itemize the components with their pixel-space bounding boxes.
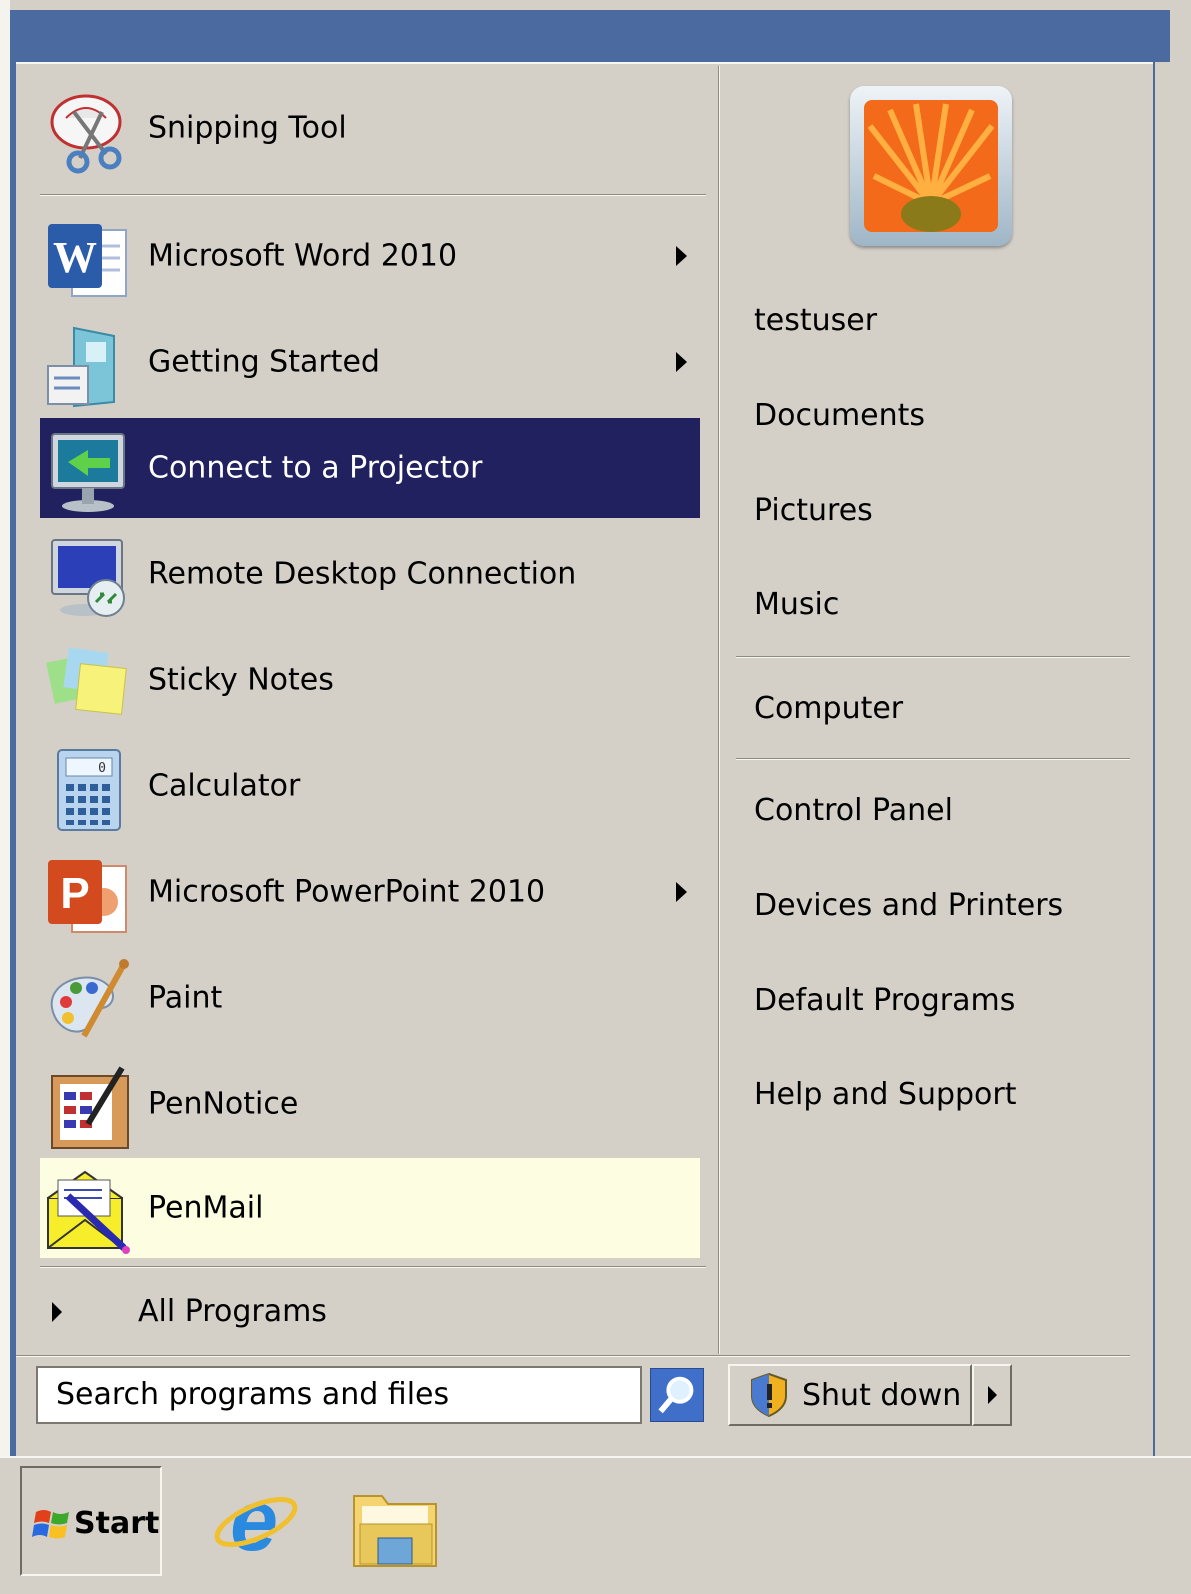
program-item-getting-started[interactable]: Getting Started <box>40 312 700 412</box>
program-item-snipping-tool[interactable]: Snipping Tool <box>40 78 700 178</box>
program-label: Sticky Notes <box>148 662 334 698</box>
user-avatar[interactable] <box>850 86 1012 246</box>
search-box[interactable] <box>36 1366 642 1424</box>
getting-started-icon <box>47 326 115 408</box>
column-divider <box>718 66 719 1354</box>
program-item-calculator[interactable]: 0 Calculator <box>40 736 700 836</box>
search-input[interactable] <box>38 1368 618 1420</box>
program-label: Calculator <box>148 768 301 804</box>
projector-icon <box>51 433 125 512</box>
windows-logo-icon <box>32 1510 69 1539</box>
pennotice-icon <box>51 1066 129 1149</box>
program-item-powerpoint[interactable]: P Microsoft PowerPoint 2010 <box>40 842 700 942</box>
flower-icon <box>864 100 998 232</box>
program-item-word[interactable]: W Microsoft Word 2010 <box>40 206 700 306</box>
program-label: Connect to a Projector <box>148 450 483 486</box>
place-help-and-support[interactable]: Help and Support <box>740 1064 1130 1124</box>
place-computer[interactable]: Computer <box>740 678 1130 738</box>
program-label: PenNotice <box>148 1086 299 1122</box>
program-item-paint[interactable]: Paint <box>40 948 700 1048</box>
expand-arrow-icon <box>52 1302 62 1322</box>
program-label: Remote Desktop Connection <box>148 556 577 592</box>
svg-text:0: 0 <box>98 761 106 776</box>
calculator-icon: 0 <box>57 749 121 831</box>
shutdown-options-button[interactable] <box>972 1364 1012 1426</box>
place-label: Help and Support <box>754 1076 1017 1112</box>
program-item-connect-to-projector[interactable]: Connect to a Projector <box>40 418 700 518</box>
program-item-sticky-notes[interactable]: Sticky Notes <box>40 630 700 730</box>
start-menu-top-frame <box>10 10 1170 62</box>
place-label: Music <box>754 586 840 622</box>
program-item-remote-desktop[interactable]: Remote Desktop Connection <box>40 524 700 624</box>
place-label: Control Panel <box>754 792 953 828</box>
start-label: Start <box>74 1506 160 1541</box>
shield-icon <box>751 1372 787 1418</box>
places-separator <box>736 656 1130 657</box>
place-pictures[interactable]: Pictures <box>740 480 1130 540</box>
all-programs-button[interactable]: All Programs <box>40 1282 700 1342</box>
place-label: Computer <box>754 690 904 726</box>
program-label: Paint <box>148 980 223 1016</box>
program-label: Getting Started <box>148 344 380 380</box>
place-documents[interactable]: Documents <box>740 385 1130 445</box>
place-label: Default Programs <box>754 982 1016 1018</box>
windows-explorer-icon[interactable] <box>350 1480 440 1570</box>
search-button[interactable] <box>650 1368 704 1422</box>
remote-desktop-icon <box>51 539 125 617</box>
internet-explorer-icon[interactable]: e <box>212 1474 302 1564</box>
bottom-separator <box>16 1355 1130 1356</box>
svg-text:W: W <box>53 233 97 282</box>
place-user-folder[interactable]: testuser <box>740 290 1130 350</box>
taskbar <box>0 1456 1191 1594</box>
pinned-separator <box>40 194 706 195</box>
all-programs-separator <box>40 1266 706 1267</box>
word-icon: W <box>48 224 127 297</box>
sticky-notes-icon <box>46 647 127 715</box>
program-item-pennotice[interactable]: PenNotice <box>40 1054 700 1154</box>
all-programs-label: All Programs <box>138 1294 327 1329</box>
program-label: Microsoft PowerPoint 2010 <box>148 874 546 910</box>
scissors-icon <box>50 94 122 174</box>
place-label: Devices and Printers <box>754 887 1064 923</box>
place-devices-and-printers[interactable]: Devices and Printers <box>740 875 1130 935</box>
place-label: Pictures <box>754 492 873 528</box>
arrow-right-icon <box>988 1386 997 1404</box>
submenu-arrow-icon[interactable] <box>676 882 687 902</box>
program-label: Microsoft Word 2010 <box>148 238 458 274</box>
search-icon <box>658 1376 694 1414</box>
desktop-edge <box>0 0 10 1592</box>
powerpoint-icon: P <box>48 860 127 933</box>
program-item-penmail[interactable]: PenMail <box>40 1158 700 1258</box>
place-default-programs[interactable]: Default Programs <box>740 970 1130 1030</box>
program-label: Snipping Tool <box>148 110 347 146</box>
program-label: PenMail <box>148 1190 264 1226</box>
svg-text:P: P <box>60 869 89 918</box>
submenu-arrow-icon[interactable] <box>676 246 687 266</box>
shutdown-button[interactable]: Shut down <box>728 1364 972 1426</box>
place-music[interactable]: Music <box>740 574 1130 634</box>
penmail-envelope-icon <box>47 1170 130 1254</box>
svg-text:e: e <box>230 1474 278 1564</box>
place-control-panel[interactable]: Control Panel <box>740 780 1130 840</box>
paint-palette-icon <box>50 959 129 1038</box>
start-button[interactable]: Start <box>20 1466 162 1576</box>
desktop-background <box>1155 62 1191 1470</box>
shutdown-label: Shut down <box>802 1378 962 1413</box>
submenu-arrow-icon[interactable] <box>676 352 687 372</box>
computer-separator <box>736 758 1130 759</box>
place-label: testuser <box>754 302 878 338</box>
place-label: Documents <box>754 397 926 433</box>
